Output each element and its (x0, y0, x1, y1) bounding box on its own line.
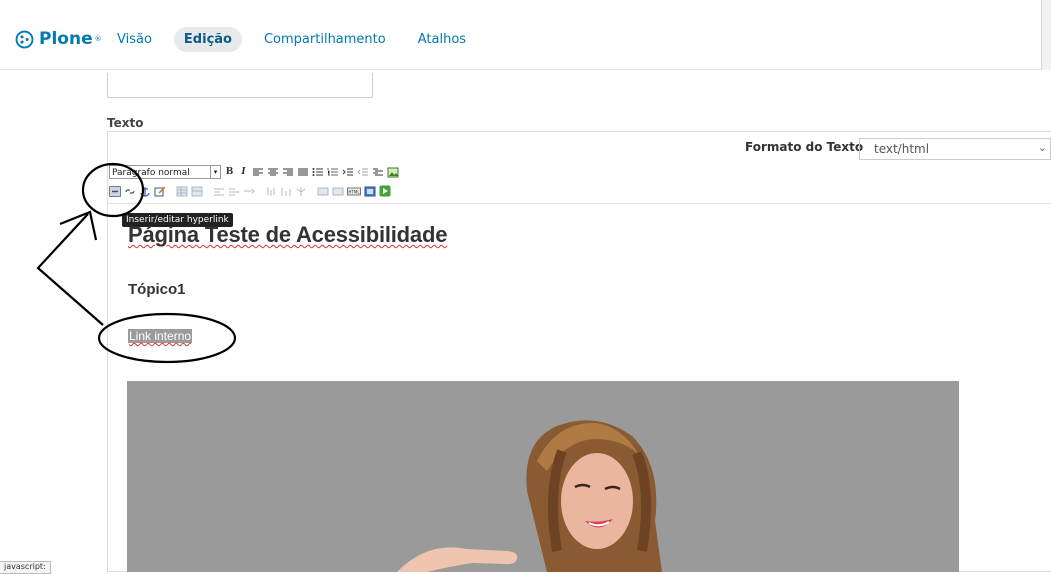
main-nav: Visão Edição Compartilhamento Atalhos (107, 27, 476, 52)
top-toolbar: Plone ® Visão Edição Compartilhamento Ata… (0, 0, 1041, 70)
indent-icon[interactable] (342, 167, 354, 178)
outdent-icon[interactable] (357, 167, 369, 178)
fullscreen-icon[interactable] (379, 185, 391, 197)
unlink-icon[interactable] (124, 186, 136, 197)
row-props-icon[interactable] (213, 186, 225, 197)
format-select-value: text/html (874, 142, 930, 156)
plone-logo-icon (15, 30, 34, 48)
plone-logo[interactable]: Plone ® (15, 29, 102, 49)
brand-mark: ® (94, 35, 102, 43)
html-source-icon[interactable] (332, 186, 344, 197)
preview-icon[interactable] (364, 186, 376, 197)
nav-atalhos[interactable]: Atalhos (408, 27, 476, 52)
internal-link-selected[interactable]: Link interno (128, 329, 193, 343)
table-icon[interactable] (176, 186, 188, 197)
browser-status-bar: javascript: (0, 561, 51, 574)
annotation-arrowhead (59, 210, 98, 241)
previous-field-input[interactable] (107, 73, 373, 98)
editor-toolbar-row-2: HTML (109, 185, 391, 197)
template-icon[interactable] (295, 186, 307, 197)
link-icon[interactable] (109, 185, 121, 197)
content-heading[interactable]: Página Teste de Acessibilidade (128, 222, 447, 248)
visual-aid-icon[interactable] (317, 186, 329, 197)
anchor-icon[interactable] (139, 186, 151, 197)
align-left-icon[interactable] (252, 167, 264, 178)
editor-toolbar-row-1: Parágrafo normal ▾ B I (109, 165, 399, 179)
nav-edicao[interactable]: Edição (173, 27, 242, 52)
woman-pointing-photo (397, 420, 662, 572)
content-subheading[interactable]: Tópico1 (128, 281, 186, 298)
format-label: Formato do Texto (745, 140, 864, 154)
image-icon[interactable] (387, 167, 399, 178)
bullet-list-icon[interactable] (312, 167, 324, 178)
paragraph-style-select[interactable]: Parágrafo normal ▾ (109, 165, 221, 179)
dropdown-arrow-icon: ▾ (210, 166, 220, 178)
definition-list-icon[interactable] (372, 167, 384, 178)
numbered-list-icon[interactable] (327, 167, 339, 178)
col-insert-icon[interactable] (265, 186, 277, 197)
cell-props-icon[interactable] (228, 186, 240, 197)
table-props-icon[interactable] (191, 186, 203, 197)
row-insert-icon[interactable] (243, 186, 255, 197)
brand-name: Plone (39, 29, 93, 49)
align-center-icon[interactable] (267, 167, 279, 178)
top-scrollbar[interactable] (1041, 0, 1051, 70)
split-icon[interactable] (280, 186, 292, 197)
toolbar-divider (108, 203, 1051, 204)
annotation-arrow-line (36, 213, 104, 326)
text-field-label: Texto (107, 116, 144, 130)
svg-text:HTML: HTML (348, 189, 360, 194)
format-select[interactable]: text/html ⌄ (859, 138, 1051, 160)
edit-icon[interactable] (154, 186, 166, 197)
content-image[interactable] (127, 381, 959, 572)
internal-link-text: Link interno (129, 329, 192, 343)
html-icon[interactable]: HTML (347, 186, 361, 197)
align-justify-icon[interactable] (297, 167, 309, 178)
nav-compartilhamento[interactable]: Compartilhamento (254, 27, 396, 52)
bold-icon[interactable]: B (224, 167, 235, 178)
nav-visao[interactable]: Visão (107, 27, 162, 52)
italic-icon[interactable]: I (238, 167, 249, 178)
chevron-down-icon: ⌄ (1037, 141, 1047, 154)
align-right-icon[interactable] (282, 167, 294, 178)
paragraph-style-value: Parágrafo normal (112, 168, 190, 178)
